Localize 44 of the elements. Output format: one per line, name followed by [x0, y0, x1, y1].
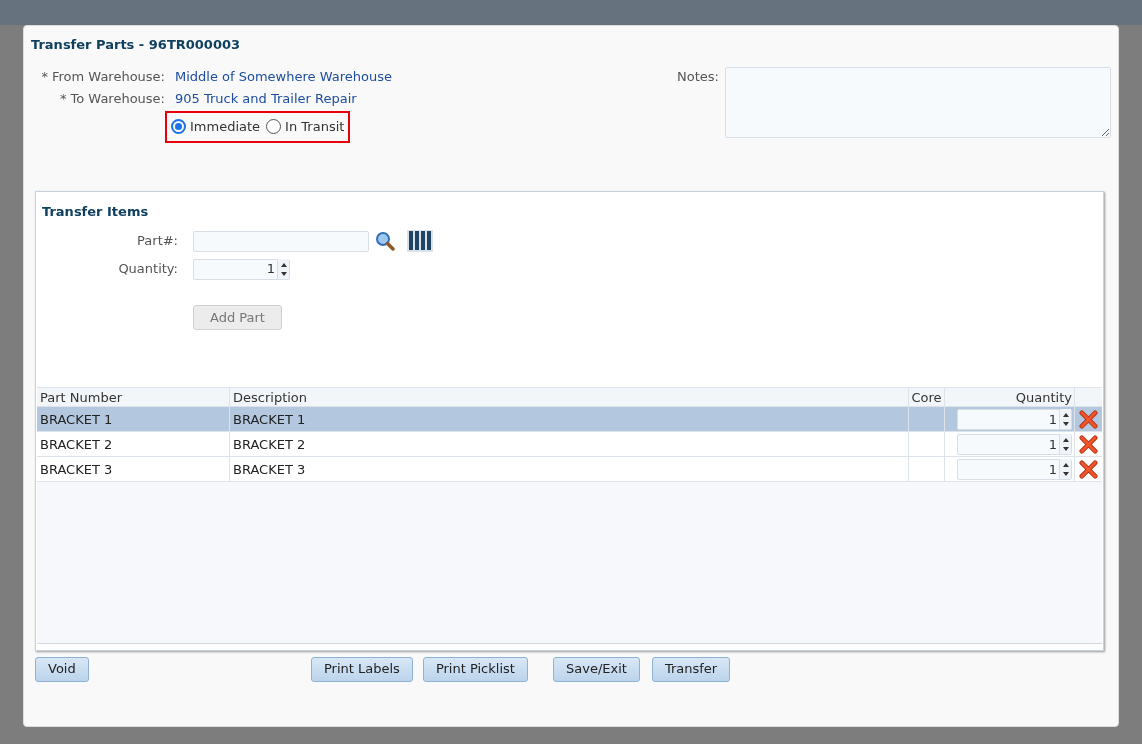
part-input-field[interactable] [193, 230, 369, 252]
action-button[interactable]: Print Labels [311, 656, 413, 682]
spinner-icon[interactable] [1059, 434, 1071, 455]
quantity-field[interactable]: 1 [957, 408, 1072, 430]
action-button[interactable]: Void [35, 656, 89, 682]
table-cell: BRACKET 1 [230, 407, 909, 432]
table-row[interactable]: BRACKET 1 BRACKET 1 1 [37, 407, 1102, 433]
field-label: * To Warehouse: [58, 89, 165, 108]
column-header[interactable]: Core [909, 388, 945, 407]
table-cell: BRACKET 2 [230, 432, 909, 457]
action-button[interactable]: Print Picklist [422, 656, 528, 682]
table-cell: BRACKET 3 [230, 457, 909, 482]
spinner-icon[interactable] [277, 259, 289, 279]
table-cell: BRACKET 3 [37, 457, 230, 482]
dialog-title: Transfer Parts - 96TR000003 [31, 36, 242, 54]
quantity-field[interactable]: 1 [193, 258, 290, 280]
table-row[interactable]: BRACKET 3 BRACKET 3 1 [37, 457, 1102, 483]
radio-option[interactable]: In Transit [266, 116, 345, 137]
field-label: Part#: [136, 232, 178, 251]
field-value: 905 Truck and Trailer Repair [175, 89, 357, 108]
quantity-field[interactable]: 1 [957, 458, 1072, 480]
spinner-icon[interactable] [1059, 459, 1071, 480]
action-button[interactable]: Transfer [651, 656, 731, 682]
delete-icon[interactable] [1078, 409, 1098, 429]
column-header[interactable]: Part Number [37, 388, 230, 407]
search-icon[interactable] [375, 231, 395, 251]
quantity-field[interactable]: 1 [957, 433, 1072, 455]
spinner-icon[interactable] [1059, 409, 1071, 430]
field-label: Quantity: [117, 260, 178, 279]
field-label: * From Warehouse: [40, 67, 165, 86]
notes-field[interactable] [725, 66, 1111, 138]
table-cell: BRACKET 1 [37, 407, 230, 432]
notes-label: Notes: [676, 67, 719, 86]
radio-option[interactable]: Immediate [171, 116, 261, 137]
barcode-icon[interactable] [407, 230, 433, 252]
delete-icon[interactable] [1078, 459, 1098, 479]
column-header[interactable]: Quantity [945, 388, 1075, 407]
table-cell: BRACKET 2 [37, 432, 230, 457]
column-header[interactable]: Description [230, 388, 909, 407]
table-row[interactable]: BRACKET 2 BRACKET 2 1 [37, 432, 1102, 458]
delete-icon[interactable] [1078, 434, 1098, 454]
field-value: Middle of Somewhere Warehouse [175, 67, 392, 86]
action-button[interactable]: Save/Exit [553, 656, 640, 682]
section-title: Transfer Items [41, 202, 150, 221]
